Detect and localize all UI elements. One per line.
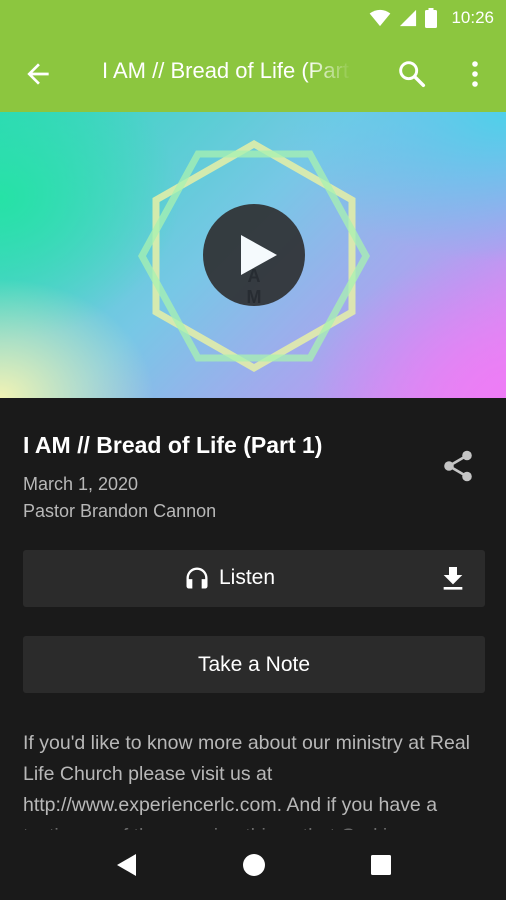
cell-signal-icon [400, 9, 417, 27]
app-bar-title: I AM // Bread of Life (Part 1) [102, 58, 352, 83]
nav-recents-icon[interactable] [369, 852, 393, 878]
more-vert-icon[interactable] [462, 58, 488, 90]
headphones-icon [186, 567, 208, 589]
app-bar: I AM // Bread of Life (Part 1) [0, 36, 506, 112]
search-icon[interactable] [396, 58, 428, 90]
listen-button[interactable]: Listen [23, 550, 485, 607]
wifi-icon [370, 9, 391, 27]
status-bar: 10:26 [0, 0, 506, 36]
play-icon [241, 235, 277, 275]
share-icon[interactable] [440, 448, 476, 484]
sermon-description: If you'd like to know more about our min… [23, 732, 471, 830]
battery-icon [425, 8, 438, 28]
status-time: 10:26 [451, 8, 494, 27]
sermon-artwork[interactable]: I A M [0, 112, 506, 398]
take-note-button[interactable]: Take a Note [23, 636, 485, 693]
download-icon[interactable] [437, 563, 469, 595]
system-nav-bar [0, 830, 506, 900]
listen-label: Listen [219, 566, 276, 589]
sermon-date: March 1, 2020 [23, 474, 139, 494]
play-button[interactable]: I A M [203, 204, 305, 307]
arrow-back-icon[interactable] [22, 58, 54, 90]
take-note-label: Take a Note [197, 653, 311, 676]
nav-back-icon[interactable] [114, 852, 138, 878]
sermon-details: I AM // Bread of Life (Part 1) March 1, … [0, 398, 506, 830]
sermon-title: I AM // Bread of Life (Part 1) [23, 432, 323, 458]
sermon-speaker: Pastor Brandon Cannon [23, 501, 217, 521]
nav-home-icon[interactable] [242, 852, 266, 878]
